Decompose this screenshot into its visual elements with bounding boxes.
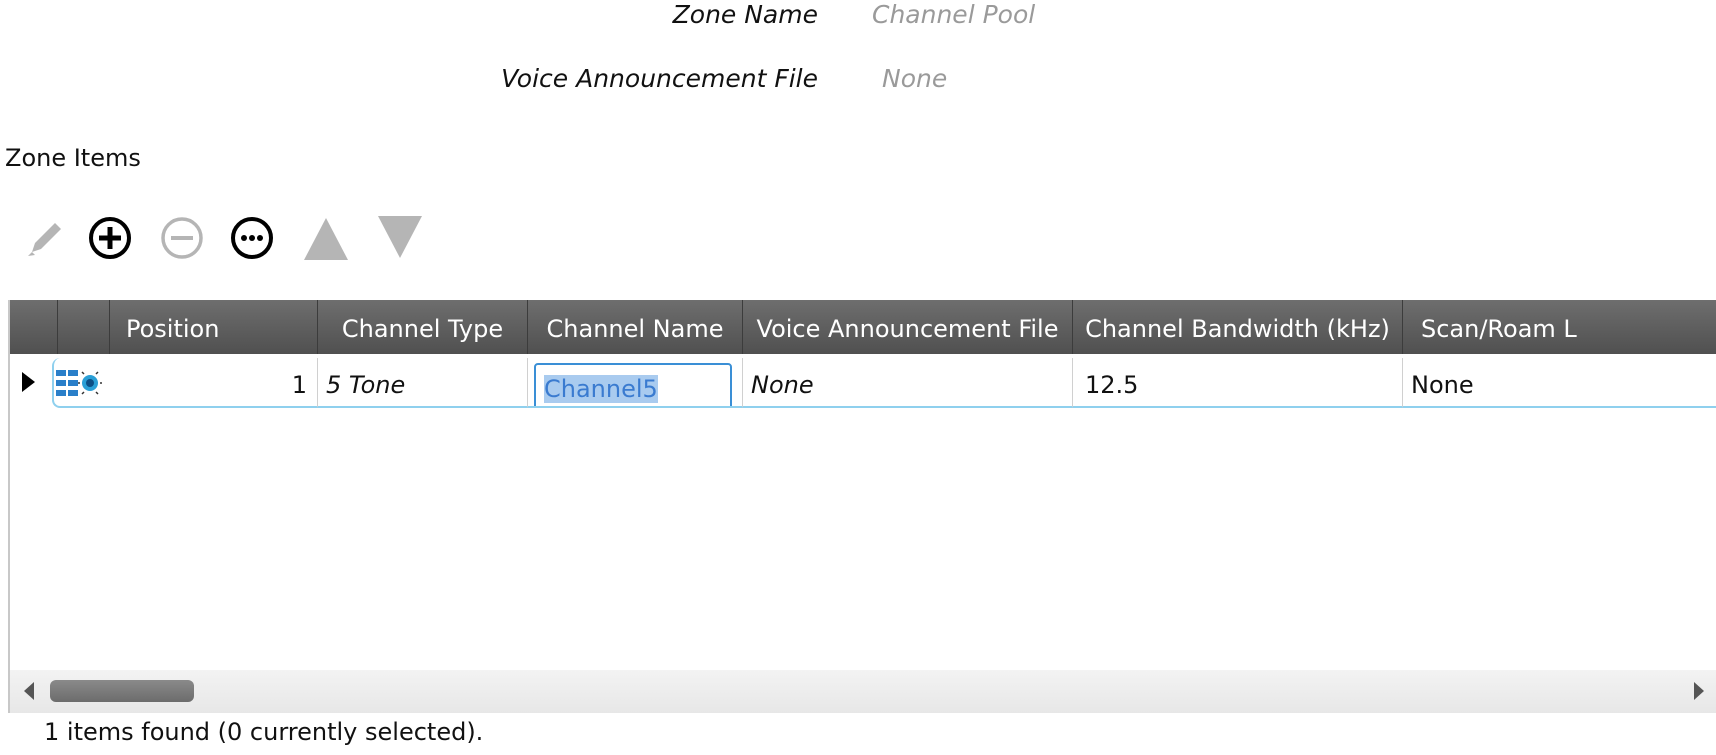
channel-name-cell[interactable]: Channel5 bbox=[528, 358, 743, 408]
zone-name-value[interactable]: Channel Pool bbox=[872, 0, 1035, 29]
add-circle-icon bbox=[89, 217, 131, 259]
header-cell-channel-type[interactable]: Channel Type bbox=[318, 300, 528, 354]
voice-announcement-file-value[interactable]: None bbox=[882, 64, 947, 93]
channel-pool-icon bbox=[56, 370, 102, 396]
channel-type-cell[interactable]: 5 Tone bbox=[318, 358, 528, 408]
zone-items-grid: Position Channel Type Channel Name Voice… bbox=[8, 300, 1716, 713]
table-row[interactable]: 1 5 Tone Channel5 None 12.5 None bbox=[10, 354, 1716, 414]
header-cell-channel-name[interactable]: Channel Name bbox=[528, 300, 743, 354]
scan-roam-cell[interactable]: None bbox=[1403, 358, 1716, 408]
pencil-icon bbox=[28, 223, 61, 256]
voice-announcement-file-label: Voice Announcement File bbox=[501, 64, 818, 93]
edit-button[interactable] bbox=[18, 210, 74, 266]
channel-name-value: Channel5 bbox=[544, 375, 658, 403]
header-cell-channel-bandwidth[interactable]: Channel Bandwidth (kHz) bbox=[1073, 300, 1403, 354]
scroll-right-icon[interactable] bbox=[1694, 682, 1704, 700]
header-cell-position[interactable]: Position bbox=[110, 300, 318, 354]
add-button[interactable] bbox=[82, 210, 138, 266]
horizontal-scrollbar[interactable] bbox=[10, 670, 1716, 713]
remove-circle-icon bbox=[161, 217, 203, 259]
scroll-left-icon[interactable] bbox=[24, 682, 34, 700]
header-cell-expander bbox=[10, 300, 58, 354]
scrollbar-thumb[interactable] bbox=[50, 680, 194, 702]
move-down-icon bbox=[378, 216, 422, 258]
row-icon-cell bbox=[52, 358, 110, 408]
expand-row-icon[interactable] bbox=[22, 372, 35, 392]
remove-button[interactable] bbox=[154, 210, 210, 266]
more-circle-icon bbox=[231, 217, 273, 259]
header-cell-icon bbox=[58, 300, 110, 354]
more-options-button[interactable] bbox=[224, 210, 280, 266]
move-down-button[interactable] bbox=[372, 210, 428, 266]
zone-name-label: Zone Name bbox=[672, 0, 818, 29]
channel-name-input[interactable]: Channel5 bbox=[534, 363, 732, 406]
position-cell[interactable]: 1 bbox=[110, 358, 318, 408]
voice-file-cell[interactable]: None bbox=[743, 358, 1073, 408]
header-cell-voice-announcement-file[interactable]: Voice Announcement File bbox=[743, 300, 1073, 354]
bandwidth-cell[interactable]: 12.5 bbox=[1073, 358, 1403, 408]
status-text: 1 items found (0 currently selected). bbox=[44, 718, 484, 746]
section-title: Zone Items bbox=[5, 144, 141, 172]
header-cell-scan-roam[interactable]: Scan/Roam L bbox=[1403, 300, 1716, 354]
move-up-button[interactable] bbox=[298, 210, 354, 266]
move-up-icon bbox=[304, 218, 348, 260]
grid-header: Position Channel Type Channel Name Voice… bbox=[10, 300, 1716, 354]
